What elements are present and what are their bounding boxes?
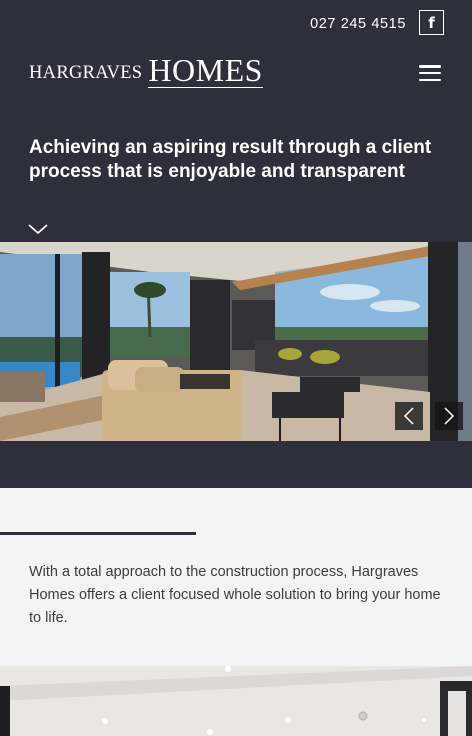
slideshow-prev-button[interactable] — [395, 402, 423, 430]
chevron-down-icon[interactable] — [28, 222, 48, 236]
logo-word-homes: HOMES — [148, 52, 263, 88]
facebook-icon[interactable]: f — [419, 10, 444, 35]
intro-text: With a total approach to the constructio… — [29, 564, 441, 626]
page-tagline: Achieving an aspiring result through a c… — [29, 137, 432, 182]
interior-photo — [0, 666, 472, 736]
slideshow-next-button[interactable] — [435, 402, 463, 430]
site-logo[interactable]: HARGRAVES HOMES — [29, 52, 263, 88]
section-divider — [0, 532, 196, 535]
logo-word-hargraves: HARGRAVES — [29, 63, 143, 83]
chevron-right-icon — [444, 407, 455, 425]
intro-section: With a total approach to the constructio… — [0, 488, 472, 666]
chevron-left-icon — [403, 407, 414, 425]
hamburger-menu-icon[interactable] — [419, 65, 441, 81]
facebook-glyph: f — [428, 13, 435, 32]
phone-link[interactable]: 027 245 4515 — [310, 16, 406, 32]
